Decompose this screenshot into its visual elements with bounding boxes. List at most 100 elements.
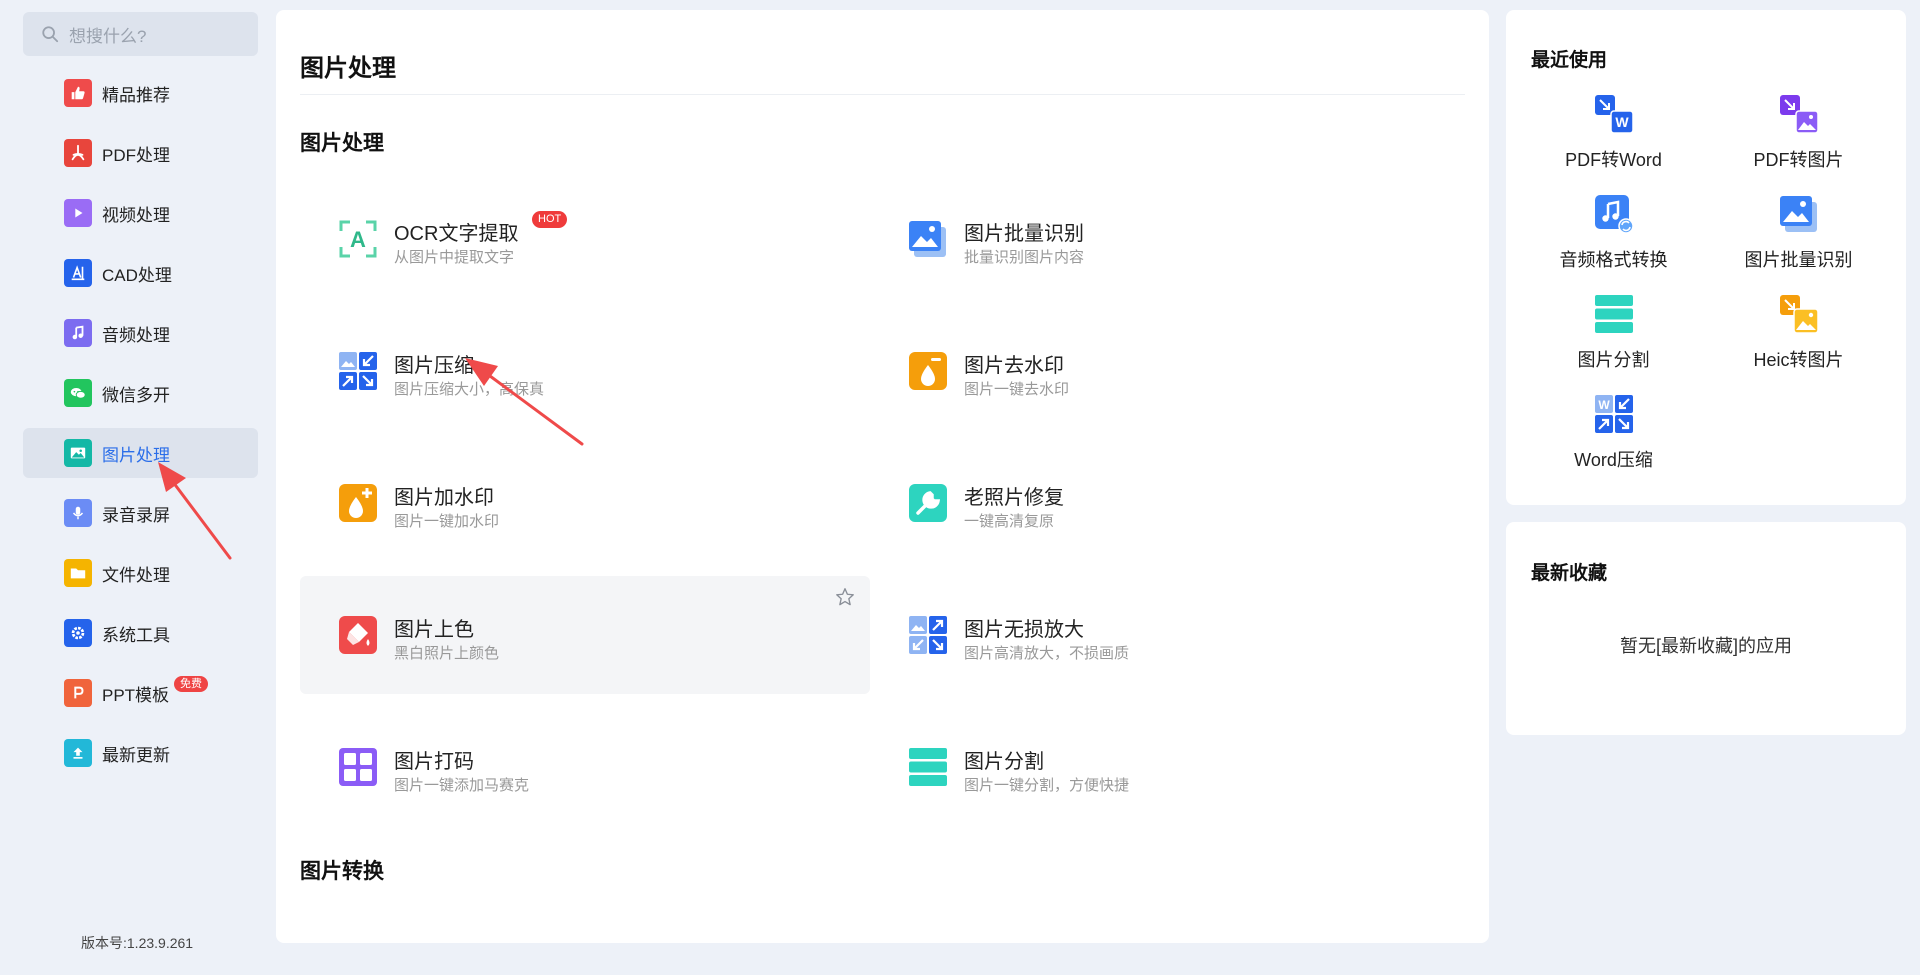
image-batch-icon: [909, 221, 946, 257]
recent-item-label: 图片批量识别: [1744, 250, 1853, 270]
remove-watermark-icon: [909, 352, 947, 390]
tool-desc: 一键高清复原: [964, 513, 1055, 530]
recent-item-label: PDF转Word: [1565, 150, 1662, 170]
recent-panel: 最近使用 W PDF转Word PDF转图片 音频格式转换 图片批量识别 图片分…: [1506, 10, 1906, 505]
page-title: 图片处理: [300, 55, 396, 82]
ocr-icon: A: [339, 220, 377, 258]
sidebar-item-label: 视频处理: [102, 205, 170, 225]
recent-item-label: Word压缩: [1574, 450, 1653, 470]
tool-upscale[interactable]: 图片无损放大 图片高清放大，不损画质: [870, 576, 1440, 694]
word-compress-icon: W: [1594, 395, 1633, 433]
thumbs-up-icon: [64, 79, 92, 107]
ppt-icon: [64, 679, 92, 707]
mosaic-icon: [339, 748, 377, 786]
recent-item-pdf-to-word[interactable]: W PDF转Word: [1521, 94, 1706, 194]
section-title-image-convert: 图片转换: [300, 860, 384, 883]
recent-item-label: 图片分割: [1577, 350, 1650, 370]
sidebar-item-label: 图片处理: [102, 445, 170, 465]
recent-item-label: Heic转图片: [1753, 350, 1844, 370]
tool-photo-repair[interactable]: 老照片修复 一键高清复原: [870, 444, 1440, 562]
upload-icon: [64, 739, 92, 767]
tool-name: OCR文字提取: [394, 223, 519, 245]
colorize-icon: [339, 616, 377, 654]
search-input[interactable]: 想搜什么?: [69, 22, 146, 47]
search-box[interactable]: 想搜什么?: [23, 12, 258, 56]
tool-colorize[interactable]: 图片上色 黑白照片上颜色: [300, 576, 870, 694]
sidebar-item-ppt[interactable]: PPT模板 免费: [23, 668, 258, 718]
upscale-icon: [909, 616, 947, 654]
recent-item-image-batch[interactable]: 图片批量识别: [1706, 194, 1891, 294]
recent-item-audio-convert[interactable]: 音频格式转换: [1521, 194, 1706, 294]
tool-desc: 图片一键添加马赛克: [394, 777, 530, 794]
sidebar-item-record[interactable]: 录音录屏: [23, 488, 258, 538]
favorites-title: 最新收藏: [1531, 563, 1608, 584]
free-badge: 免费: [174, 676, 208, 692]
sidebar-item-label: 微信多开: [102, 385, 170, 405]
favorites-panel: 最新收藏 暂无[最新收藏]的应用: [1506, 522, 1906, 735]
audio-convert-icon: [1594, 195, 1634, 234]
image-batch-icon: [1779, 196, 1817, 232]
recent-item-image-split[interactable]: 图片分割: [1521, 294, 1706, 394]
sidebar: 想搜什么? 精品推荐 PDF处理 视频处理 CAD处理 音频处理 微信多开 图片…: [0, 0, 272, 975]
recent-item-word-compress[interactable]: W Word压缩: [1521, 394, 1706, 494]
recent-title: 最近使用: [1531, 50, 1608, 71]
tool-image-batch-recognize[interactable]: 图片批量识别 批量识别图片内容: [870, 180, 1440, 298]
gear-icon: [64, 619, 92, 647]
sidebar-item-cad[interactable]: CAD处理: [23, 248, 258, 298]
sidebar-item-recommend[interactable]: 精品推荐: [23, 68, 258, 118]
sidebar-item-audio[interactable]: 音频处理: [23, 308, 258, 358]
cad-icon: [64, 259, 92, 287]
sidebar-item-label: 录音录屏: [102, 505, 170, 525]
favorite-star-icon[interactable]: [834, 586, 856, 608]
tool-desc: 黑白照片上颜色: [394, 645, 500, 662]
sidebar-item-label: CAD处理: [102, 265, 172, 285]
tool-ocr[interactable]: A OCR文字提取 HOT 从图片中提取文字: [300, 180, 870, 298]
pdf-to-word-icon: W: [1594, 95, 1634, 134]
sidebar-item-video[interactable]: 视频处理: [23, 188, 258, 238]
tool-name: 图片去水印: [964, 355, 1064, 377]
tool-name: 图片批量识别: [964, 223, 1084, 245]
sidebar-item-label: 音频处理: [102, 325, 170, 345]
sidebar-item-label: 精品推荐: [102, 85, 170, 105]
tool-mosaic[interactable]: 图片打码 图片一键添加马赛克: [300, 708, 870, 826]
tool-desc: 图片一键分割，方便快捷: [964, 777, 1130, 794]
tool-name: 图片打码: [394, 751, 474, 773]
recent-item-label: PDF转图片: [1753, 150, 1844, 170]
tool-desc: 图片压缩大小，高保真: [394, 381, 545, 398]
sidebar-item-update[interactable]: 最新更新: [23, 728, 258, 778]
folder-icon: [64, 559, 92, 587]
image-icon: [64, 439, 92, 467]
sidebar-item-system[interactable]: 系统工具: [23, 608, 258, 658]
sidebar-item-file[interactable]: 文件处理: [23, 548, 258, 598]
compress-icon: [339, 352, 377, 390]
hot-badge: HOT: [532, 211, 568, 228]
tool-split[interactable]: 图片分割 图片一键分割，方便快捷: [870, 708, 1440, 826]
recent-item-label: 音频格式转换: [1559, 250, 1668, 270]
sidebar-item-pdf[interactable]: PDF处理: [23, 128, 258, 178]
tool-add-watermark[interactable]: 图片加水印 图片一键加水印: [300, 444, 870, 562]
svg-text:W: W: [1615, 114, 1629, 130]
microphone-icon: [64, 499, 92, 527]
sidebar-item-label: PPT模板: [102, 685, 170, 705]
favorites-empty-text: 暂无[最新收藏]的应用: [1619, 636, 1792, 656]
svg-text:A: A: [350, 227, 366, 252]
tool-desc: 图片一键加水印: [394, 513, 500, 530]
sidebar-item-image[interactable]: 图片处理: [23, 428, 258, 478]
split-icon: [1594, 295, 1633, 333]
tool-name: 图片压缩: [394, 355, 474, 377]
tool-image-compress[interactable]: 图片压缩 图片压缩大小，高保真: [300, 312, 870, 430]
recent-item-pdf-to-image[interactable]: PDF转图片: [1706, 94, 1891, 194]
sidebar-item-label: PDF处理: [102, 145, 170, 165]
section-title-image-processing: 图片处理: [300, 132, 384, 155]
sidebar-item-label: 最新更新: [102, 745, 170, 765]
photo-repair-icon: [909, 484, 947, 522]
recent-item-heic[interactable]: Heic转图片: [1706, 294, 1891, 394]
sidebar-item-wechat[interactable]: 微信多开: [23, 368, 258, 418]
wechat-icon: [64, 379, 92, 407]
tool-remove-watermark[interactable]: 图片去水印 图片一键去水印: [870, 312, 1440, 430]
sidebar-nav: 精品推荐 PDF处理 视频处理 CAD处理 音频处理 微信多开 图片处理 录音录…: [23, 68, 258, 788]
play-icon: [64, 199, 92, 227]
version-label: 版本号:1.23.9.261: [81, 935, 194, 951]
search-icon: [42, 26, 59, 43]
split-icon: [909, 748, 947, 786]
